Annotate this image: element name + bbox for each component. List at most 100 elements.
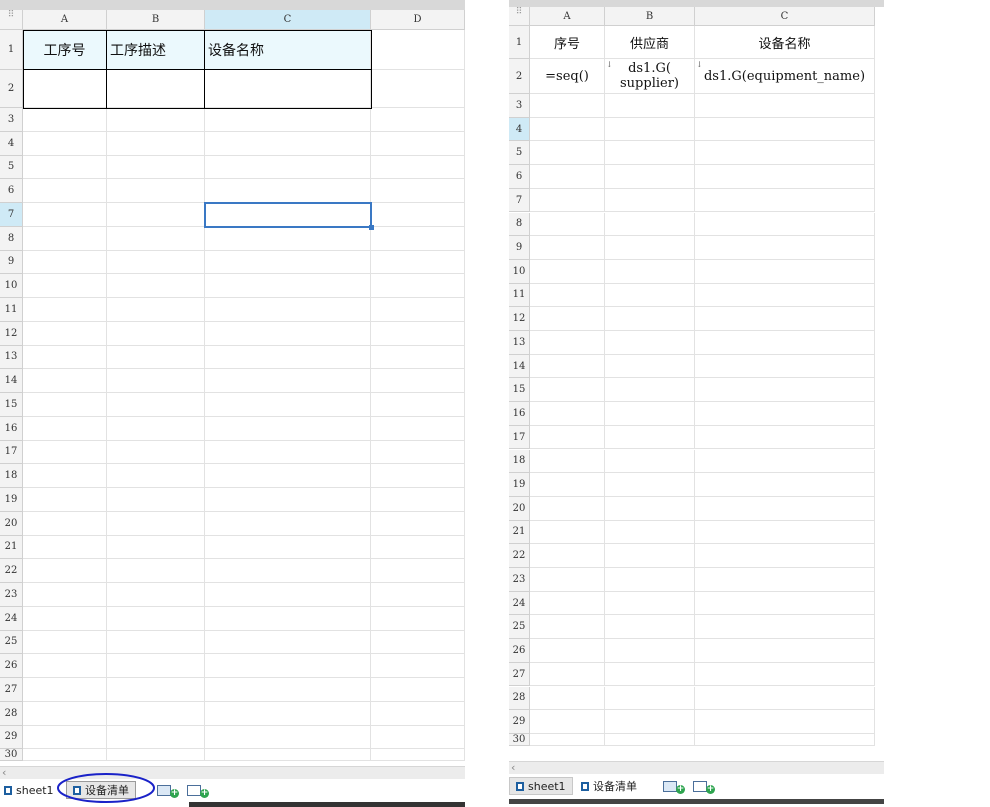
right-horizontal-scrollbar[interactable]: ‹ [509, 761, 884, 774]
cell-b25[interactable] [107, 630, 205, 655]
cell-c11[interactable] [205, 298, 371, 322]
cell-a16[interactable] [23, 416, 107, 441]
row-header-23[interactable]: 23 [509, 568, 530, 592]
cell-b14[interactable] [605, 354, 695, 379]
cell-b8[interactable] [107, 226, 205, 251]
cell-c6[interactable] [695, 165, 875, 189]
cell-b3[interactable] [107, 108, 205, 132]
add-sheet-icon[interactable]: + [663, 780, 685, 794]
cell-b21[interactable] [107, 535, 205, 560]
cell-a28[interactable] [530, 686, 605, 711]
cell-a13[interactable] [530, 331, 605, 355]
row-header-4[interactable]: 4 [0, 131, 23, 156]
cell-c21[interactable] [205, 535, 371, 560]
cell-b12[interactable] [107, 321, 205, 346]
cell-c2[interactable] [205, 70, 371, 108]
column-header-c[interactable]: C [205, 10, 371, 30]
cell-b27[interactable] [107, 678, 205, 702]
column-header-a[interactable]: A [530, 7, 605, 26]
cell-c9[interactable] [205, 250, 371, 275]
cell-a12[interactable] [23, 321, 107, 346]
cell-c3[interactable] [205, 108, 371, 132]
cell-b13[interactable] [605, 331, 695, 355]
cell-a7[interactable] [530, 188, 605, 213]
row-header-12[interactable]: 12 [0, 321, 23, 346]
cell-d10[interactable] [371, 274, 465, 298]
cell-a29[interactable] [23, 725, 107, 750]
cell-c17[interactable] [205, 440, 371, 465]
row-header-4[interactable]: 4 [509, 117, 530, 142]
cell-d7[interactable] [371, 203, 465, 227]
row-header-13[interactable]: 13 [509, 331, 530, 355]
cell-b23[interactable] [605, 568, 695, 592]
cell-c7[interactable] [695, 188, 875, 213]
cell-c4[interactable] [695, 117, 875, 142]
cell-a9[interactable] [530, 236, 605, 260]
row-header-23[interactable]: 23 [0, 583, 23, 607]
column-header-c[interactable]: C [695, 7, 875, 26]
row-header-15[interactable]: 15 [0, 393, 23, 417]
cell-c5[interactable] [695, 141, 875, 166]
cell-b12[interactable] [605, 307, 695, 331]
cell-d6[interactable] [371, 179, 465, 203]
cell-a30[interactable] [23, 749, 107, 762]
cell-c11[interactable] [695, 283, 875, 308]
row-header-19[interactable]: 19 [509, 473, 530, 497]
cell-d11[interactable] [371, 298, 465, 322]
cell-d17[interactable] [371, 440, 465, 465]
row-header-24[interactable]: 24 [509, 591, 530, 616]
cell-a25[interactable] [530, 615, 605, 640]
cell-c23[interactable] [695, 568, 875, 592]
cell-a24[interactable] [23, 606, 107, 631]
column-header-a[interactable]: A [23, 10, 107, 30]
cell-b5[interactable] [107, 155, 205, 180]
cell-c22[interactable] [695, 544, 875, 568]
cell-b2[interactable] [107, 70, 205, 108]
cell-b30[interactable] [605, 733, 695, 746]
row-header-1[interactable]: 1 [0, 30, 23, 70]
row-header-22[interactable]: 22 [0, 559, 23, 583]
cell-a28[interactable] [23, 701, 107, 726]
row-header-28[interactable]: 28 [509, 686, 530, 711]
column-header-b[interactable]: B [605, 7, 695, 26]
cell-c27[interactable] [695, 662, 875, 687]
row-header-13[interactable]: 13 [0, 345, 23, 370]
add-sheet-icon[interactable]: + [157, 784, 179, 798]
cell-c18[interactable] [205, 464, 371, 488]
row-header-10[interactable]: 10 [0, 274, 23, 298]
cell-c3[interactable] [695, 94, 875, 118]
selected-cell-outline[interactable] [204, 202, 374, 230]
cell-c16[interactable] [205, 416, 371, 441]
cell-d14[interactable] [371, 369, 465, 393]
row-header-18[interactable]: 18 [0, 464, 23, 488]
cell-b16[interactable] [605, 402, 695, 426]
cell-c29[interactable] [205, 725, 371, 750]
cell-c10[interactable] [695, 259, 875, 284]
cell-c6[interactable] [205, 179, 371, 203]
cell-d20[interactable] [371, 511, 465, 536]
cell-a27[interactable] [530, 662, 605, 687]
cell-b22[interactable] [107, 559, 205, 583]
scroll-left-icon[interactable]: ‹ [2, 766, 6, 779]
add-report-icon[interactable]: + [187, 784, 209, 798]
cell-a17[interactable] [530, 425, 605, 450]
cell-b4[interactable] [605, 117, 695, 142]
row-header-3[interactable]: 3 [509, 94, 530, 118]
cell-c8[interactable] [205, 226, 371, 251]
cell-a19[interactable] [530, 473, 605, 497]
row-header-12[interactable]: 12 [509, 307, 530, 331]
cell-b23[interactable] [107, 583, 205, 607]
cell-a27[interactable] [23, 678, 107, 702]
cell-c15[interactable] [205, 393, 371, 417]
row-header-16[interactable]: 16 [509, 402, 530, 426]
cell-c17[interactable] [695, 425, 875, 450]
cell-b19[interactable] [107, 488, 205, 512]
cell-b8[interactable] [605, 212, 695, 237]
cell-c13[interactable] [695, 331, 875, 355]
cell-b1[interactable]: 供应商 [605, 26, 695, 59]
fill-handle[interactable] [369, 224, 374, 230]
cell-a12[interactable] [530, 307, 605, 331]
cell-d21[interactable] [371, 535, 465, 560]
cell-a14[interactable] [530, 354, 605, 379]
row-header-8[interactable]: 8 [0, 226, 23, 251]
